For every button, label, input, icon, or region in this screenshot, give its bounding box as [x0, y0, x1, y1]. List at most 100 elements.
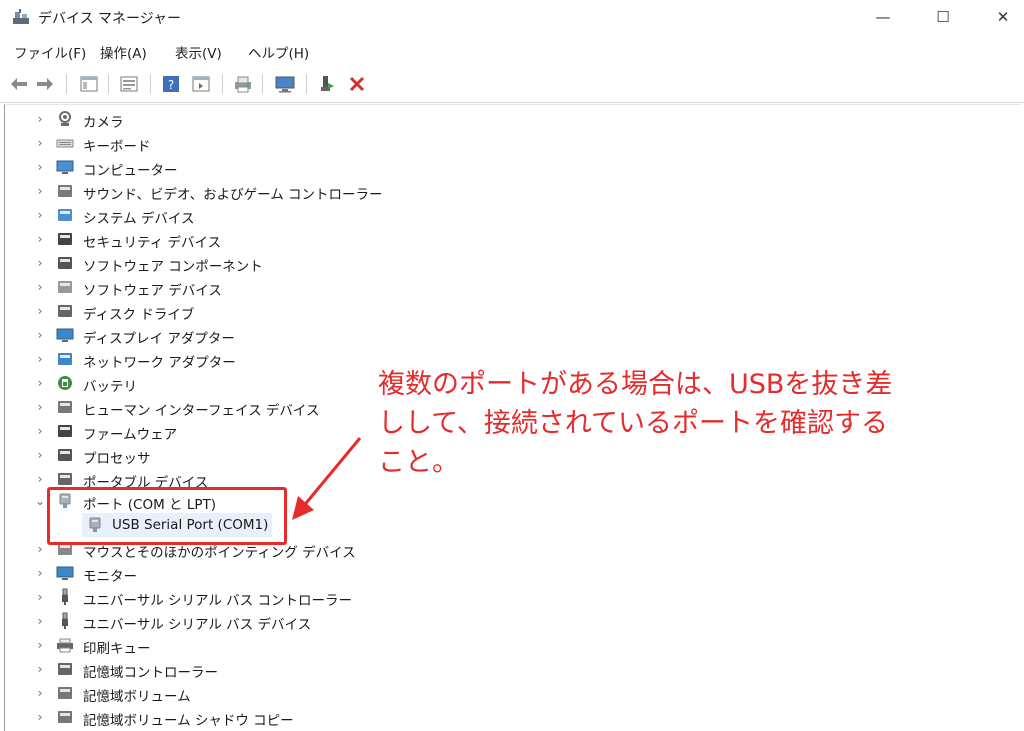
- help-icon[interactable]: ?: [160, 73, 182, 95]
- close-button[interactable]: ✕: [980, 0, 1024, 34]
- tree-item[interactable]: › ソフトウェア デバイス: [0, 275, 420, 299]
- software-component-icon: [58, 257, 72, 269]
- chevron-right-icon[interactable]: ›: [34, 299, 46, 323]
- tree-item-label: セキュリティ デバイス: [83, 235, 222, 251]
- tree-item[interactable]: › ディスプレイ アダプター: [0, 323, 420, 347]
- tree-item-label: 記憶域ボリューム シャドウ コピー: [83, 713, 294, 729]
- toolbar-separator: [306, 74, 307, 94]
- title-bar: デバイス マネージャー — ☐ ✕: [0, 0, 1024, 34]
- toolbar: ?: [0, 66, 1024, 103]
- menu-help[interactable]: ヘルプ(H): [248, 42, 309, 62]
- tree-item[interactable]: › 記憶域ボリューム シャドウ コピー: [0, 705, 420, 729]
- menu-view[interactable]: 表示(V): [175, 42, 222, 62]
- tree-item[interactable]: › セキュリティ デバイス: [0, 227, 420, 251]
- chevron-right-icon[interactable]: ›: [34, 561, 46, 585]
- scan-hardware-icon[interactable]: [274, 73, 296, 95]
- chevron-right-icon[interactable]: ›: [34, 131, 46, 155]
- tree-item-label: モニター: [83, 569, 137, 585]
- back-icon[interactable]: [8, 73, 30, 95]
- tree-item-label: 記憶域コントローラー: [83, 665, 218, 681]
- chevron-right-icon[interactable]: ›: [34, 107, 46, 131]
- chevron-right-icon[interactable]: ›: [34, 203, 46, 227]
- window-title: デバイス マネージャー: [38, 11, 182, 27]
- menu-action[interactable]: 操作(A): [100, 42, 147, 62]
- chevron-right-icon[interactable]: ›: [34, 179, 46, 203]
- toolbar-separator: [262, 74, 263, 94]
- menu-file[interactable]: ファイル(F): [14, 42, 86, 62]
- tree-item-label: バッテリ: [83, 379, 137, 395]
- tree-item-label: キーボード: [83, 139, 151, 155]
- tree-item[interactable]: › ディスク ドライブ: [0, 299, 420, 323]
- speaker-icon: [58, 185, 72, 197]
- print-icon[interactable]: [232, 73, 254, 95]
- tree-item[interactable]: › コンピューター: [0, 155, 420, 179]
- properties-view-icon[interactable]: [78, 73, 100, 95]
- tree-item[interactable]: › ユニバーサル シリアル バス コントローラー: [0, 585, 420, 609]
- tree-item[interactable]: › ヒューマン インターフェイス デバイス: [0, 395, 420, 419]
- forward-icon[interactable]: [34, 73, 56, 95]
- tree-item[interactable]: › バッテリ: [0, 371, 420, 395]
- tree-item-label: ファームウェア: [83, 427, 178, 443]
- tree-item[interactable]: › キーボード: [0, 131, 420, 155]
- chevron-right-icon[interactable]: ›: [34, 633, 46, 657]
- tree-item[interactable]: › ユニバーサル シリアル バス デバイス: [0, 609, 420, 633]
- toolbar-separator: [108, 74, 109, 94]
- menu-bar: ファイル(F) 操作(A) 表示(V) ヘルプ(H): [0, 38, 1024, 64]
- device-manager-icon: [13, 9, 29, 24]
- tree-item-label: ソフトウェア デバイス: [83, 283, 222, 299]
- tree-item[interactable]: › サウンド、ビデオ、およびゲーム コントローラー: [0, 179, 420, 203]
- processor-icon: [58, 449, 72, 461]
- computer-icon: [56, 160, 74, 174]
- annotation-arrow-icon: [292, 437, 362, 520]
- tree-item[interactable]: › モニター: [0, 561, 420, 585]
- chevron-right-icon[interactable]: ›: [34, 467, 46, 491]
- tree-item-label: ユニバーサル シリアル バス コントローラー: [83, 593, 352, 609]
- chevron-right-icon[interactable]: ›: [34, 275, 46, 299]
- chevron-right-icon[interactable]: ›: [34, 585, 46, 609]
- tree-item[interactable]: › 記憶域ボリューム: [0, 681, 420, 705]
- details-icon[interactable]: [190, 73, 212, 95]
- tree-item[interactable]: › ソフトウェア コンポーネント: [0, 251, 420, 275]
- portable-device-icon: [58, 473, 72, 485]
- uninstall-device-icon[interactable]: [346, 73, 368, 95]
- chevron-right-icon[interactable]: ›: [34, 371, 46, 395]
- tree-item[interactable]: › システム デバイス: [0, 203, 420, 227]
- chevron-right-icon[interactable]: ›: [34, 419, 46, 443]
- chevron-right-icon[interactable]: ›: [34, 251, 46, 275]
- chevron-right-icon[interactable]: ›: [34, 657, 46, 681]
- chevron-right-icon[interactable]: ›: [34, 537, 46, 561]
- security-key-icon: [58, 233, 72, 245]
- disk-drive-icon: [58, 305, 72, 317]
- tree-item-label: カメラ: [83, 115, 124, 131]
- tree-item-label: ネットワーク アダプター: [83, 355, 236, 371]
- toolbar-separator: [66, 74, 67, 94]
- maximize-button[interactable]: ☐: [920, 0, 966, 34]
- tree-item[interactable]: › 印刷キュー: [0, 633, 420, 657]
- chevron-right-icon[interactable]: ›: [34, 347, 46, 371]
- firmware-icon: [58, 425, 72, 437]
- storage-controller-icon: [58, 663, 72, 675]
- enable-device-icon[interactable]: [316, 73, 338, 95]
- chevron-right-icon[interactable]: ›: [34, 395, 46, 419]
- chevron-right-icon[interactable]: ›: [34, 155, 46, 179]
- tree-item-label: 印刷キュー: [83, 641, 151, 657]
- tree-item[interactable]: › カメラ: [0, 107, 420, 131]
- chevron-right-icon[interactable]: ›: [34, 227, 46, 251]
- annotation-note: 複数のポートがある場合は、USBを抜き差 しして、接続されているポートを確認する…: [378, 365, 998, 482]
- chevron-down-icon[interactable]: ⌄: [34, 489, 46, 513]
- list-view-icon[interactable]: [118, 73, 140, 95]
- tree-item-label: コンピューター: [83, 163, 178, 179]
- chevron-right-icon[interactable]: ›: [34, 323, 46, 347]
- toolbar-separator: [222, 74, 223, 94]
- chevron-right-icon[interactable]: ›: [34, 705, 46, 729]
- chevron-right-icon[interactable]: ›: [34, 681, 46, 705]
- minimize-button[interactable]: —: [860, 0, 906, 34]
- chevron-right-icon[interactable]: ›: [34, 443, 46, 467]
- tree-item[interactable]: › 記憶域コントローラー: [0, 657, 420, 681]
- chevron-right-icon[interactable]: ›: [34, 609, 46, 633]
- tree-item[interactable]: › ネットワーク アダプター: [0, 347, 420, 371]
- software-device-icon: [58, 281, 72, 293]
- printer-icon: [57, 638, 73, 653]
- tree-item-label: ユニバーサル シリアル バス デバイス: [83, 617, 312, 633]
- keyboard-icon: [56, 139, 74, 148]
